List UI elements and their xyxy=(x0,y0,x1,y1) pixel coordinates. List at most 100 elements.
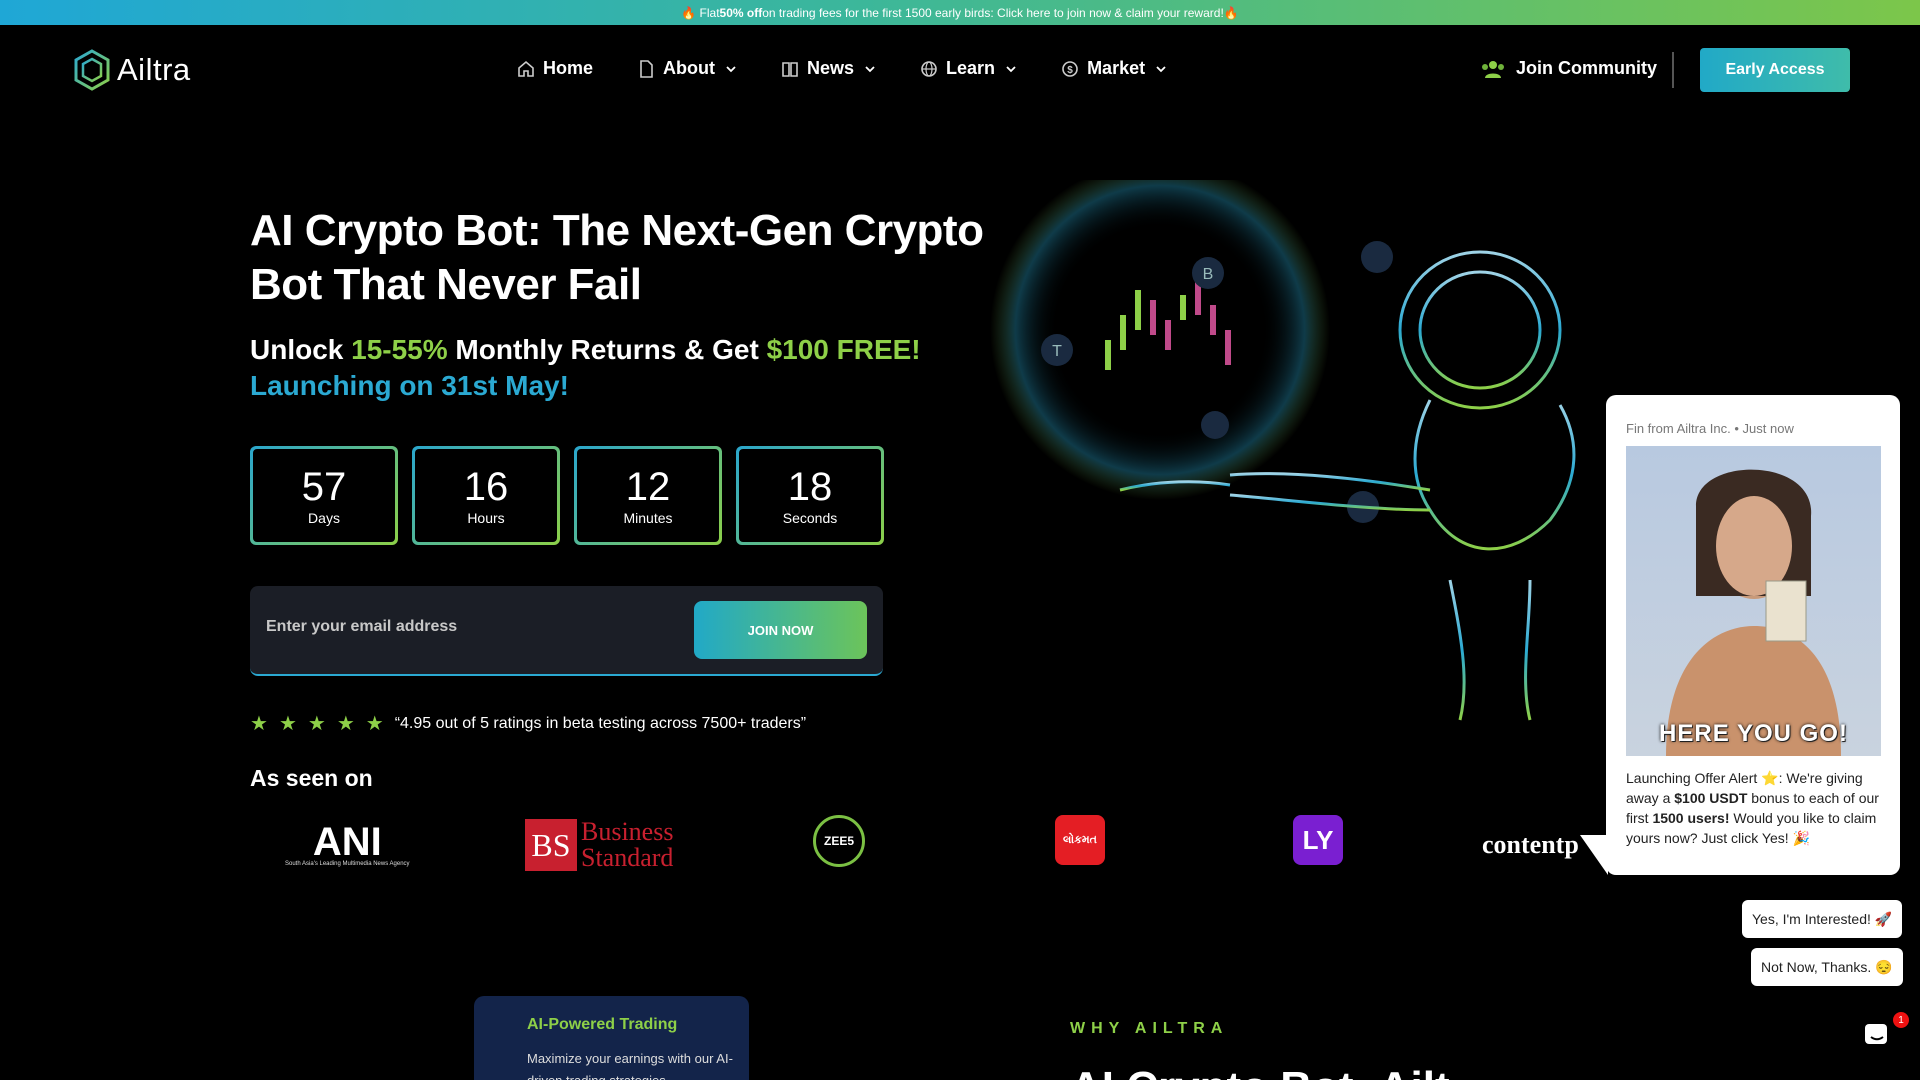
nav-news-label: News xyxy=(807,58,855,78)
early-access-button[interactable]: Early Access xyxy=(1700,48,1850,92)
join-community-label: Join Community xyxy=(1516,58,1658,78)
chevron-down-icon xyxy=(726,65,736,72)
chevron-down-icon xyxy=(1006,65,1016,72)
nav-market-label: Market xyxy=(1087,58,1146,78)
countdown-timer: 57 Days 16 Hours 12 Minutes 18 Seconds xyxy=(250,446,884,545)
chat-message-bold: $100 USDT xyxy=(1674,790,1748,806)
nav-learn[interactable]: Learn xyxy=(920,58,1017,79)
email-signup-form: JOIN NOW xyxy=(250,586,883,676)
promo-bold: 50% off xyxy=(719,5,763,20)
nav-home[interactable]: Home xyxy=(517,58,593,79)
countdown-label: Hours xyxy=(467,509,505,526)
users-icon xyxy=(1482,60,1504,78)
press-logos: ANI South Asia's Leading Multimedia News… xyxy=(250,815,1579,885)
email-input[interactable] xyxy=(266,618,666,636)
why-ailtra-label: WHY AILTRA xyxy=(1070,1020,1229,1037)
cardano-icon xyxy=(1361,241,1393,273)
bs-wordmark: Business Standard xyxy=(581,819,673,871)
countdown-value: 12 xyxy=(625,464,671,509)
person-holding-money-image xyxy=(1666,469,1841,756)
lokmat-logo[interactable]: લોકમત xyxy=(1055,815,1105,865)
chat-message-bold: 1500 users! xyxy=(1652,810,1730,826)
logo-text: Ailtra xyxy=(117,52,191,87)
star-icon: ★ xyxy=(365,713,384,735)
star-icon: ★ xyxy=(307,713,326,735)
countdown-label: Days xyxy=(308,509,340,526)
hero-robot-illustration: B T xyxy=(990,180,1576,721)
logo[interactable]: Ailtra xyxy=(73,49,191,91)
chat-message: Launching Offer Alert ⭐: We're giving aw… xyxy=(1626,768,1880,848)
document-icon xyxy=(640,59,653,78)
promo-prefix: 🔥 Flat xyxy=(681,5,720,20)
as-seen-on-title: As seen on xyxy=(250,765,373,791)
countdown-value: 16 xyxy=(463,464,509,509)
header-divider xyxy=(1672,52,1674,88)
book-icon xyxy=(782,61,798,77)
svg-text:$: $ xyxy=(1067,65,1073,76)
sub-mid: Monthly Returns & Get xyxy=(447,334,767,365)
chevron-down-icon xyxy=(1156,65,1166,72)
nav-news[interactable]: News xyxy=(781,58,876,79)
reply-yes-button[interactable]: Yes, I'm Interested! 🚀 xyxy=(1742,900,1903,938)
star-icon: ★ xyxy=(336,713,355,735)
sub-range: 15-55% xyxy=(351,334,448,365)
logo-icon xyxy=(74,49,110,91)
ani-logo-text: ANI xyxy=(312,820,382,864)
why-ailtra-heading: AI Crypto Bot: Ailt xyxy=(1070,1063,1450,1080)
chat-launcher-icon[interactable] xyxy=(1857,1015,1897,1055)
countdown-days: 57 Days xyxy=(250,446,398,545)
chat-tail xyxy=(1580,835,1608,875)
chat-sender: Fin from Ailtra Inc. • Just now xyxy=(1626,421,1794,436)
countdown-hours: 16 Hours xyxy=(412,446,560,545)
bs-line1: Business xyxy=(581,817,674,846)
nav-about-label: About xyxy=(663,58,715,78)
countdown-value: 18 xyxy=(787,464,833,509)
ani-logo-tagline: South Asia's Leading Multimedia News Age… xyxy=(285,861,410,867)
star-icon: ★ xyxy=(250,713,268,735)
countdown-seconds: 18 Seconds xyxy=(736,446,884,545)
ai-card-title: AI-Powered Trading xyxy=(527,1016,678,1033)
sub-unlock: Unlock xyxy=(250,334,352,365)
countdown-value: 57 xyxy=(301,464,347,509)
ai-card-text: Maximize your earnings with our AI-drive… xyxy=(527,1051,733,1080)
bs-line2: Standard xyxy=(581,843,674,872)
dotted-orb xyxy=(990,180,1330,500)
ly-logo[interactable]: LY xyxy=(1293,815,1343,865)
rating-row: ★ ★ ★ ★ ★ “4.95 out of 5 ratings in beta… xyxy=(250,711,806,736)
promo-banner[interactable]: 🔥 Flat 50% off on trading fees for the f… xyxy=(0,0,1920,25)
hero-title: AI Crypto Bot: The Next-Gen Crypto Bot T… xyxy=(250,206,984,309)
nav-market[interactable]: $ Market xyxy=(1061,58,1167,79)
sub-launch: Launching on 31st May! xyxy=(250,370,569,401)
join-now-button[interactable]: JOIN NOW xyxy=(694,601,867,659)
svg-text:T: T xyxy=(1052,343,1062,360)
chevron-down-icon xyxy=(865,65,875,72)
hero-subline: Unlock 15-55% Monthly Returns & Get $100… xyxy=(250,332,921,404)
unread-badge: 1 xyxy=(1893,1012,1909,1028)
bs-mark: BS xyxy=(525,819,577,871)
zee5-logo[interactable]: ZEE5 xyxy=(813,815,865,867)
promo-suffix: on trading fees for the first 1500 early… xyxy=(762,5,1239,20)
sub-free: $100 FREE! xyxy=(766,334,921,365)
chat-gif-caption: HERE YOU GO! xyxy=(1659,720,1848,747)
chat-gif: HERE YOU GO! xyxy=(1626,446,1881,756)
main-nav: Home About News Learn $ Market xyxy=(517,58,1211,79)
globe-icon xyxy=(921,60,937,77)
ani-logo[interactable]: ANI South Asia's Leading Multimedia News… xyxy=(285,815,410,875)
nav-learn-label: Learn xyxy=(946,58,996,78)
star-icon: ★ xyxy=(278,713,297,735)
dollar-icon: $ xyxy=(1062,60,1078,77)
content-logo[interactable]: contentp xyxy=(1482,815,1579,875)
nav-home-label: Home xyxy=(543,58,594,78)
countdown-label: Minutes xyxy=(623,509,673,526)
join-community-link[interactable]: Join Community xyxy=(1480,58,1657,79)
home-icon xyxy=(518,60,534,77)
reply-no-button[interactable]: Not Now, Thanks. 😔 xyxy=(1751,948,1903,986)
nav-about[interactable]: About xyxy=(637,58,737,79)
svg-text:B: B xyxy=(1203,266,1214,283)
binance-icon xyxy=(1201,411,1229,439)
business-standard-logo[interactable]: BS Business Standard xyxy=(525,815,673,875)
ai-trading-card: AI-Powered Trading Maximize your earning… xyxy=(474,996,749,1080)
rating-text: “4.95 out of 5 ratings in beta testing a… xyxy=(394,714,807,732)
countdown-label: Seconds xyxy=(782,509,838,526)
chat-popup[interactable]: Fin from Ailtra Inc. • Just now HERE YOU… xyxy=(1580,395,1900,875)
